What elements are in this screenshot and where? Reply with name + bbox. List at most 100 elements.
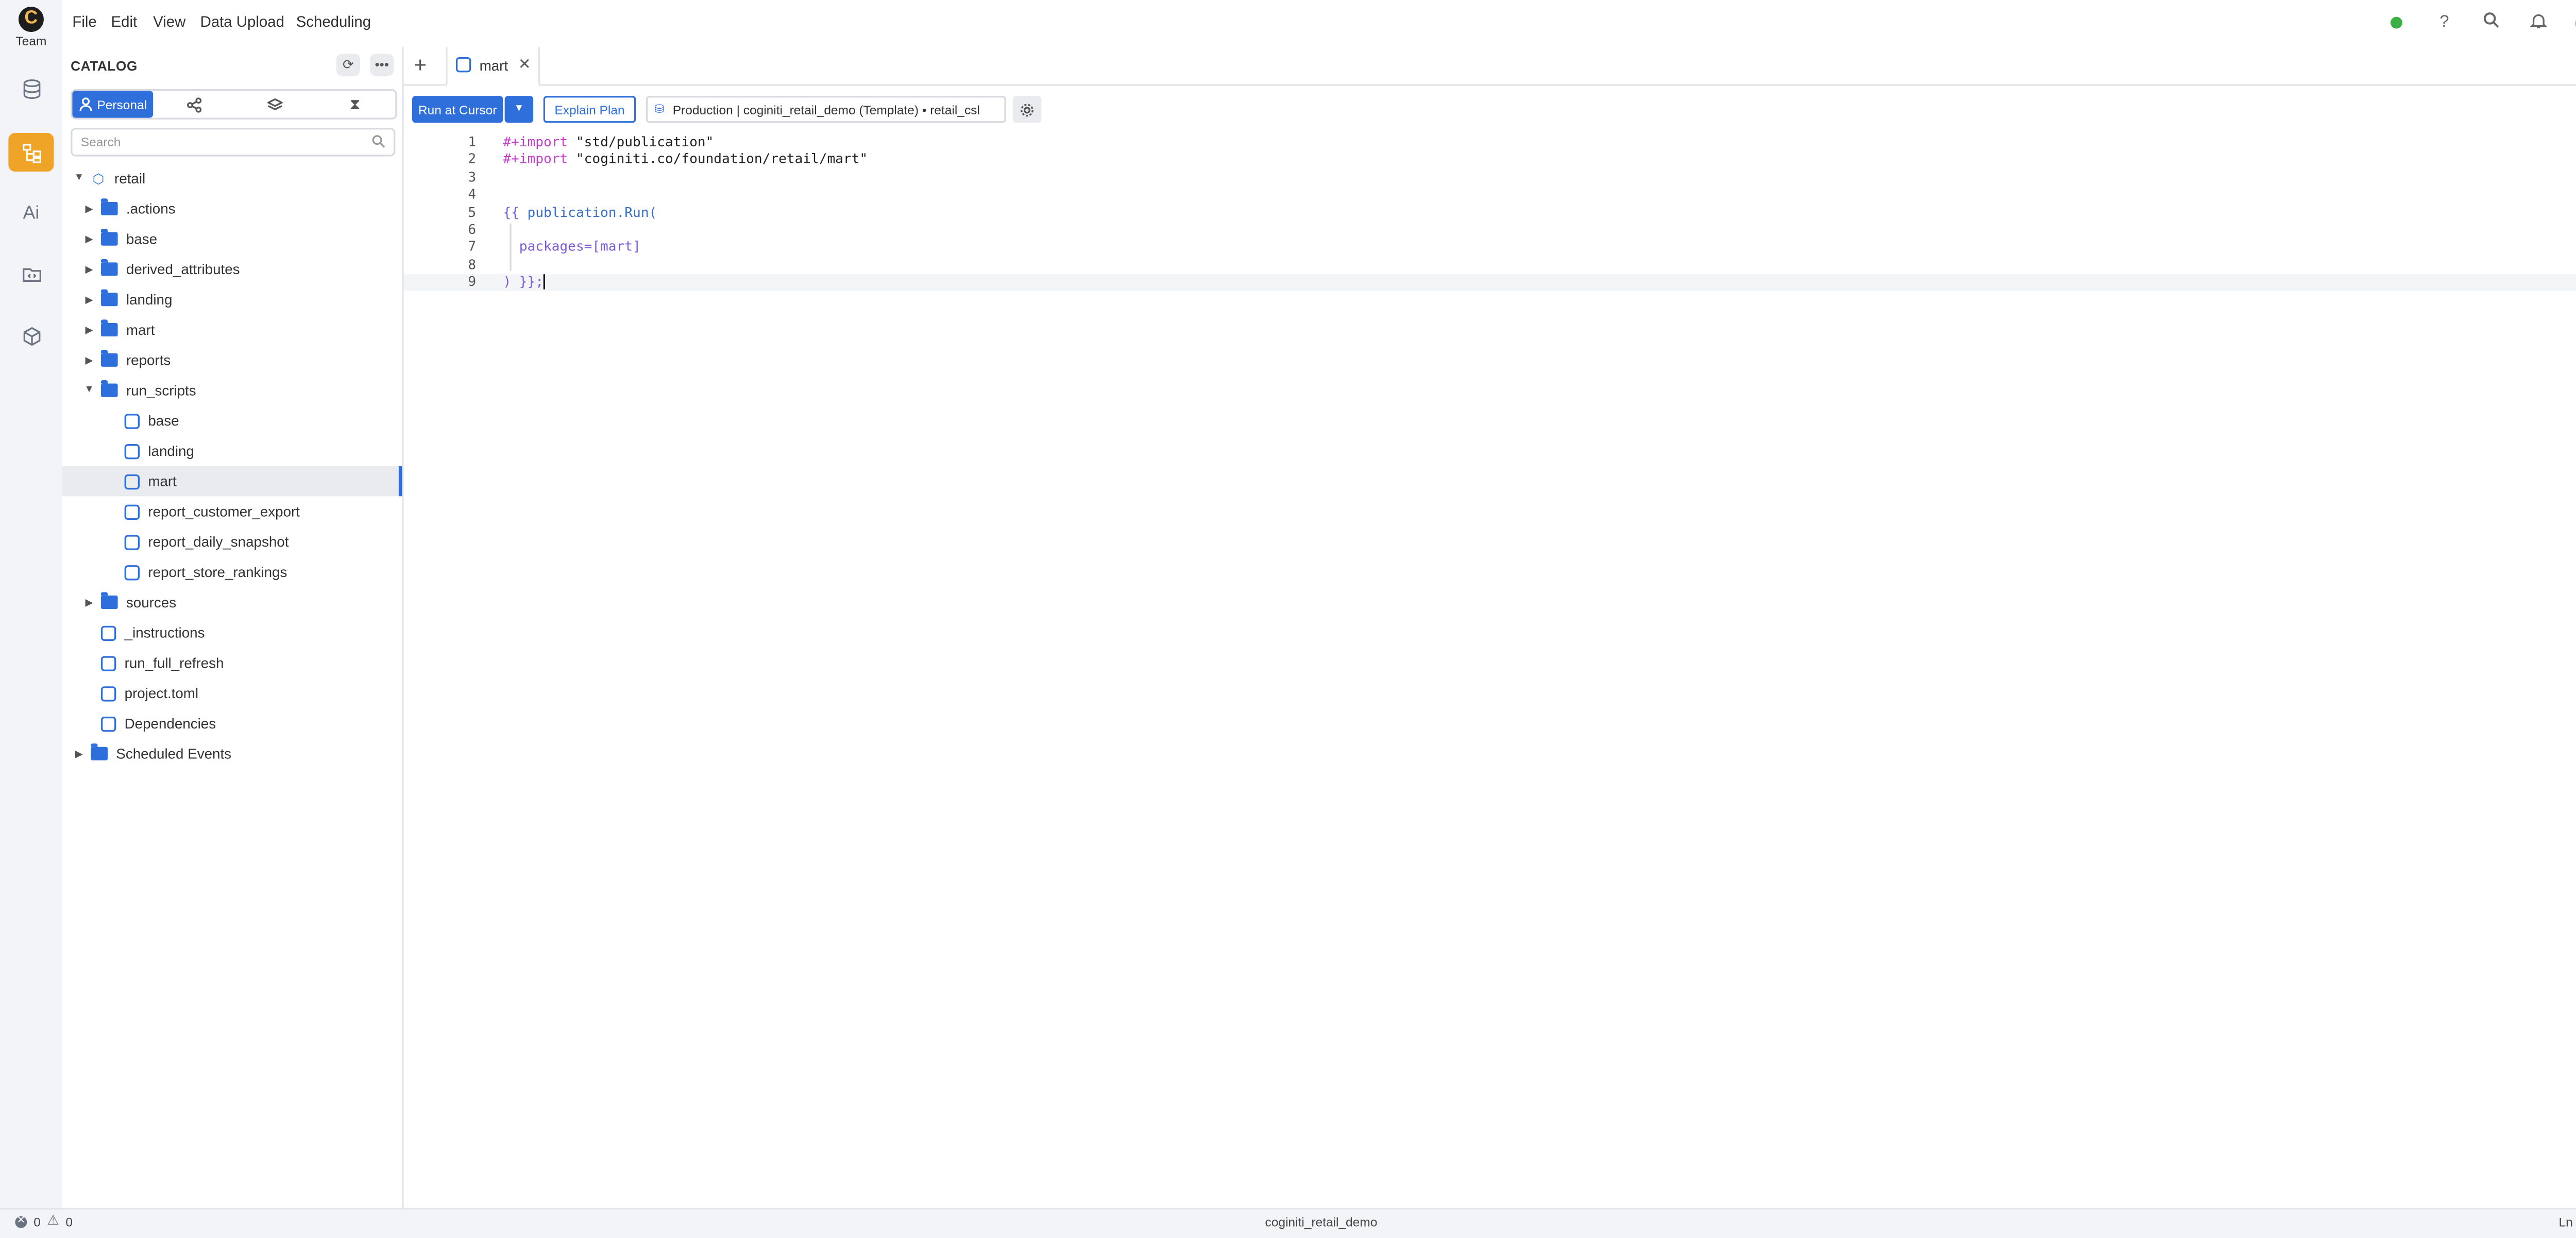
line-number: 5 <box>468 204 477 220</box>
connection-selector[interactable]: ⛁ Production | coginiti_retail_demo (Tem… <box>646 96 1006 123</box>
tree-item[interactable]: report_store_rankings <box>62 557 402 587</box>
tab-personal-label: Personal <box>97 96 147 112</box>
errors-count[interactable]: 0 <box>33 1215 41 1230</box>
tree-item[interactable]: ▼ ⬡ retail <box>62 163 402 194</box>
code-content[interactable]: #+import "std/publication" #+import "cogi… <box>503 134 868 292</box>
line-number: 9 <box>468 274 477 290</box>
tree-item[interactable]: ▶ sources <box>62 587 402 618</box>
code-line[interactable]: packages=[mart] <box>503 240 868 257</box>
tree-item-label: .actions <box>126 200 176 217</box>
folder-icon <box>100 350 118 367</box>
file-icon <box>124 413 140 429</box>
tree-item-label: Dependencies <box>124 715 216 732</box>
catalog-tabs: Personal ⧗ <box>71 89 397 120</box>
connection-label: Production | coginiti_retail_demo (Templ… <box>672 101 980 117</box>
refresh-icon[interactable]: ⟳ <box>336 54 360 76</box>
tree-item[interactable]: ▶ .actions <box>62 194 402 224</box>
database-icon[interactable] <box>8 69 54 108</box>
menu-scheduling[interactable]: Scheduling <box>296 13 371 30</box>
package-icon[interactable] <box>8 316 54 355</box>
tree-item-label: reports <box>126 351 171 369</box>
code-line[interactable]: {{ publication.Run( <box>503 205 868 222</box>
tree-item[interactable]: ▶ base <box>62 224 402 254</box>
tree-item[interactable]: ▶ mart <box>62 315 402 345</box>
errors-icon[interactable]: ✕ <box>15 1216 27 1228</box>
close-tab-icon[interactable]: ✕ <box>518 56 531 74</box>
settings-gear-icon[interactable] <box>1012 96 1042 123</box>
tab-history[interactable]: ⧗ <box>315 91 396 117</box>
explain-plan-button[interactable]: Explain Plan <box>543 96 636 123</box>
tree-item[interactable]: ▶ reports <box>62 345 402 375</box>
tree-item-label: run_full_refresh <box>124 654 224 671</box>
workflow-icon[interactable] <box>8 132 54 172</box>
chevron-right-icon[interactable]: ▶ <box>72 748 86 760</box>
folder-code-icon[interactable] <box>8 254 54 293</box>
code-line[interactable]: #+import "std/publication" <box>503 134 868 152</box>
tree-item[interactable]: Dependencies <box>62 708 402 739</box>
tab-shared[interactable] <box>153 91 234 117</box>
run-at-cursor-button[interactable]: Run at Cursor <box>412 96 503 123</box>
chevron-right-icon[interactable]: ▶ <box>82 597 96 608</box>
tree-item[interactable]: ▶ Scheduled Events <box>62 738 402 769</box>
code-line[interactable]: #+import "coginiti.co/foundation/retail/… <box>503 152 868 169</box>
tree-item[interactable]: report_customer_export <box>62 496 402 527</box>
code-token: packages=[mart] <box>503 239 641 255</box>
more-options-icon[interactable]: ••• <box>370 54 394 76</box>
tree-item-label: _instructions <box>124 624 205 641</box>
folder-icon <box>100 198 118 215</box>
menu-file[interactable]: File <box>72 13 96 30</box>
tree-item[interactable]: project.toml <box>62 678 402 708</box>
chevron-down-icon[interactable]: ▼ <box>82 385 96 396</box>
code-line[interactable] <box>503 187 868 205</box>
menu-data-upload[interactable]: Data Upload <box>200 13 284 30</box>
chevron-right-icon[interactable]: ▶ <box>82 233 96 245</box>
code-token: "std/publication" <box>575 134 714 150</box>
layers-icon <box>266 97 282 110</box>
editor-toolbar: Run at Cursor ▼ Explain Plan ⛁ Productio… <box>403 86 2576 137</box>
tree-item[interactable]: mart <box>62 466 402 497</box>
tree-item-label: landing <box>148 442 194 460</box>
tree-item[interactable]: landing <box>62 436 402 466</box>
tree-item[interactable]: base <box>62 405 402 436</box>
menu-edit[interactable]: Edit <box>111 13 138 30</box>
code-line[interactable] <box>503 257 868 275</box>
tree-item[interactable]: _instructions <box>62 617 402 648</box>
tree-item[interactable]: run_full_refresh <box>62 648 402 678</box>
line-number: 1 <box>468 134 477 150</box>
new-tab-button[interactable]: + <box>414 52 427 77</box>
code-line[interactable] <box>503 222 868 240</box>
workspace-label[interactable]: Team <box>0 33 62 48</box>
code-editor[interactable]: 123456789 #+import "std/publication" #+im… <box>403 134 2576 1207</box>
code-token: "coginiti.co/foundation/retail/mart" <box>575 152 868 167</box>
tree-item[interactable]: report_daily_snapshot <box>62 527 402 557</box>
ai-icon[interactable]: Ai <box>8 194 54 232</box>
chevron-right-icon[interactable]: ▶ <box>82 354 96 366</box>
cursor-position[interactable]: Ln 9, Col 6 <box>2559 1215 2576 1230</box>
warning-icon[interactable]: ⚠ <box>47 1213 59 1228</box>
code-line[interactable] <box>503 169 868 187</box>
tree-item[interactable]: ▶ derived_attributes <box>62 254 402 284</box>
search-icon[interactable] <box>2480 12 2503 36</box>
tree-item[interactable]: ▼ run_scripts <box>62 375 402 405</box>
notifications-icon[interactable] <box>2527 12 2550 36</box>
menu-view[interactable]: View <box>153 13 185 30</box>
run-options-dropdown[interactable]: ▼ <box>504 96 534 123</box>
help-icon[interactable]: ? <box>2433 12 2456 36</box>
tab-personal[interactable]: Personal <box>72 91 154 118</box>
file-icon <box>124 534 140 550</box>
tab-layers[interactable] <box>234 91 315 117</box>
chevron-right-icon[interactable]: ▶ <box>82 263 96 275</box>
app-logo[interactable]: C <box>18 7 44 32</box>
tree-item[interactable]: ▶ landing <box>62 284 402 315</box>
chevron-down-icon[interactable]: ▼ <box>72 173 86 183</box>
folder-icon <box>100 259 118 276</box>
code-line[interactable]: ) }}; <box>503 274 868 292</box>
line-number-gutter: 123456789 <box>404 134 476 292</box>
chevron-right-icon[interactable]: ▶ <box>82 202 96 215</box>
editor-tab[interactable]: mart ✕ <box>446 47 540 88</box>
chevron-right-icon[interactable]: ▶ <box>82 324 96 336</box>
tree-item-label: report_customer_export <box>148 503 300 520</box>
warnings-count[interactable]: 0 <box>65 1215 73 1230</box>
catalog-search[interactable]: Search <box>71 128 396 157</box>
chevron-right-icon[interactable]: ▶ <box>82 294 96 306</box>
